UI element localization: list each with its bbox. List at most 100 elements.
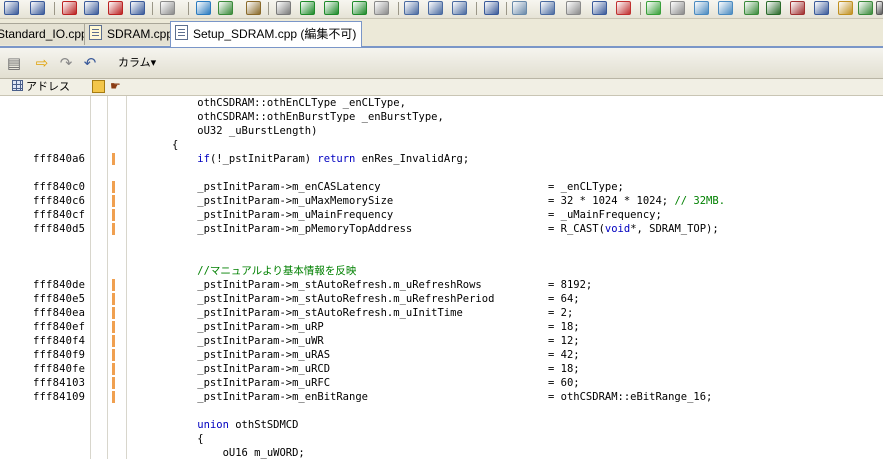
grid-icon <box>12 80 23 91</box>
tab-label: Standard_IO.cpp <box>0 27 88 41</box>
code-line[interactable] <box>0 404 883 418</box>
toolbar-icon[interactable] <box>196 1 211 15</box>
toolbar-icon[interactable] <box>858 1 873 15</box>
toolbar-icon[interactable] <box>814 1 829 15</box>
toolbar-icon[interactable] <box>160 1 175 15</box>
code-line[interactable]: oU16 m_uWORD; <box>0 446 883 460</box>
source-text: _pstInitParam->m_stAutoRefresh.m_uInitTi… <box>172 307 463 319</box>
toolbar-icon[interactable] <box>670 1 685 15</box>
assignment-value: = othCSDRAM::eBitRange_16; <box>548 391 713 403</box>
code-line[interactable]: fff840f4 _pstInitParam->m_uWR = 12; <box>0 334 883 348</box>
toolbar-icon[interactable] <box>616 1 631 15</box>
source-text: { <box>172 433 204 445</box>
code-line[interactable]: fff840c6 _pstInitParam->m_uMaxMemorySize… <box>0 194 883 208</box>
coverage-marker <box>112 181 115 193</box>
code-line[interactable]: fff84103 _pstInitParam->m_uRFC = 60; <box>0 376 883 390</box>
source-text: _pstInitParam->m_stAutoRefresh.m_uRefres… <box>172 279 482 291</box>
line-address: fff840fe <box>33 363 86 375</box>
source-text: { <box>172 139 179 151</box>
line-address: fff84103 <box>33 377 86 389</box>
toolbar-icon[interactable] <box>300 1 315 15</box>
toolbar-icon[interactable] <box>838 1 853 15</box>
code-line[interactable]: fff840ef _pstInitParam->m_uRP = 18; <box>0 320 883 334</box>
code-line[interactable]: fff840a6 if(!_pstInitParam) return enRes… <box>0 152 883 166</box>
code-line[interactable]: { <box>0 432 883 446</box>
coverage-marker <box>112 335 115 347</box>
code-line[interactable]: fff840ea _pstInitParam->m_stAutoRefresh.… <box>0 306 883 320</box>
tab-sdram[interactable]: SDRAM.cpp <box>84 23 173 45</box>
code-line[interactable]: othCSDRAM::othEnCLType _enCLType, <box>0 96 883 110</box>
line-address: fff840f9 <box>33 349 86 361</box>
code-line[interactable]: fff84109 _pstInitParam->m_enBitRange = ot… <box>0 390 883 404</box>
code-line[interactable]: fff840f9 _pstInitParam->m_uRAS = 42; <box>0 348 883 362</box>
toolbar-icon[interactable] <box>452 1 467 15</box>
toolbar-icon[interactable] <box>592 1 607 15</box>
go-to-arrow-icon[interactable]: ⇨ <box>34 55 50 71</box>
code-line[interactable] <box>0 250 883 264</box>
toolbar-icon[interactable] <box>428 1 443 15</box>
address-column-header[interactable]: アドレス <box>12 80 70 94</box>
assignment-value: = 18; <box>548 363 580 375</box>
toolbar-icon[interactable] <box>718 1 733 15</box>
undo-icon[interactable]: ↶ <box>82 55 98 71</box>
tab-setup-sdram[interactable]: Setup_SDRAM.cpp (編集不可) <box>170 21 362 47</box>
code-line[interactable]: fff840fe _pstInitParam->m_uRCD = 18; <box>0 362 883 376</box>
disassembly-icon[interactable]: ▤ <box>6 55 22 71</box>
toolbar-icon[interactable] <box>766 1 781 15</box>
code-line[interactable] <box>0 166 883 180</box>
coverage-marker <box>112 349 115 361</box>
toolbar-icon[interactable] <box>4 1 19 15</box>
toolbar-icon[interactable] <box>790 1 805 15</box>
toolbar-icon[interactable] <box>540 1 555 15</box>
toolbar-icon[interactable] <box>512 1 527 15</box>
toolbar-icon[interactable] <box>84 1 99 15</box>
code-line[interactable]: othCSDRAM::othEnBurstType _enBurstType, <box>0 110 883 124</box>
code-view[interactable]: othCSDRAM::othEnCLType _enCLType, othCSD… <box>0 96 883 459</box>
toolbar-icon[interactable] <box>324 1 339 15</box>
source-text: _pstInitParam->m_uMainFrequency <box>172 209 394 221</box>
code-view-toolbar: ▤ ⇨ ↷ ↶ カラム▾ <box>0 48 883 79</box>
source-text: _pstInitParam->m_uRP <box>172 321 324 333</box>
toolbar-icon[interactable] <box>130 1 145 15</box>
toolbar-icon[interactable] <box>566 1 581 15</box>
source-text: _pstInitParam->m_uRAS <box>172 349 331 361</box>
toolbar-icon[interactable] <box>276 1 291 15</box>
toolbar-icon[interactable] <box>246 1 261 15</box>
line-address: fff840ea <box>33 307 86 319</box>
toolbar-icon[interactable] <box>876 1 883 15</box>
code-line[interactable]: fff840cf _pstInitParam->m_uMainFrequency… <box>0 208 883 222</box>
toolbar-icon[interactable] <box>484 1 499 15</box>
breakpoint-column-icon[interactable] <box>92 80 105 93</box>
toolbar-icon[interactable] <box>218 1 233 15</box>
redo-icon[interactable]: ↷ <box>58 55 74 71</box>
code-line[interactable]: fff840c0 _pstInitParam->m_enCASLatency = … <box>0 180 883 194</box>
toolbar-icon[interactable] <box>694 1 709 15</box>
toolbar-icon[interactable] <box>108 1 123 15</box>
toolbar-icon[interactable] <box>352 1 367 15</box>
column-dropdown[interactable]: カラム▾ <box>118 55 156 71</box>
toolbar-icon[interactable] <box>30 1 45 15</box>
toolbar-icon[interactable] <box>62 1 77 15</box>
assignment-value: = 60; <box>548 377 580 389</box>
code-line[interactable]: //マニュアルより基本情報を反映 <box>0 264 883 278</box>
toolbar-icon[interactable] <box>404 1 419 15</box>
tab-standard-io[interactable]: Standard_IO.cpp <box>0 23 89 45</box>
code-line[interactable]: fff840de _pstInitParam->m_stAutoRefresh.… <box>0 278 883 292</box>
coverage-marker <box>112 363 115 375</box>
code-line[interactable]: fff840d5 _pstInitParam->m_pMemoryTopAddr… <box>0 222 883 236</box>
toolbar-separator <box>506 2 507 15</box>
code-line[interactable]: union othStSDMCD <box>0 418 883 432</box>
line-address: fff840c0 <box>33 181 86 193</box>
pointer-hand-icon[interactable]: ☛ <box>110 79 121 94</box>
toolbar-icon[interactable] <box>744 1 759 15</box>
code-line[interactable]: oU32 _uBurstLength) <box>0 124 883 138</box>
line-address: fff840ef <box>33 321 86 333</box>
toolbar-icon[interactable] <box>374 1 389 15</box>
line-address: fff840a6 <box>33 153 86 165</box>
assignment-value: = _uMainFrequency; <box>548 209 662 221</box>
code-line[interactable]: fff840e5 _pstInitParam->m_stAutoRefresh.… <box>0 292 883 306</box>
source-text: _pstInitParam->m_stAutoRefresh.m_uRefres… <box>172 293 495 305</box>
toolbar-icon[interactable] <box>646 1 661 15</box>
code-line[interactable]: { <box>0 138 883 152</box>
code-line[interactable] <box>0 236 883 250</box>
